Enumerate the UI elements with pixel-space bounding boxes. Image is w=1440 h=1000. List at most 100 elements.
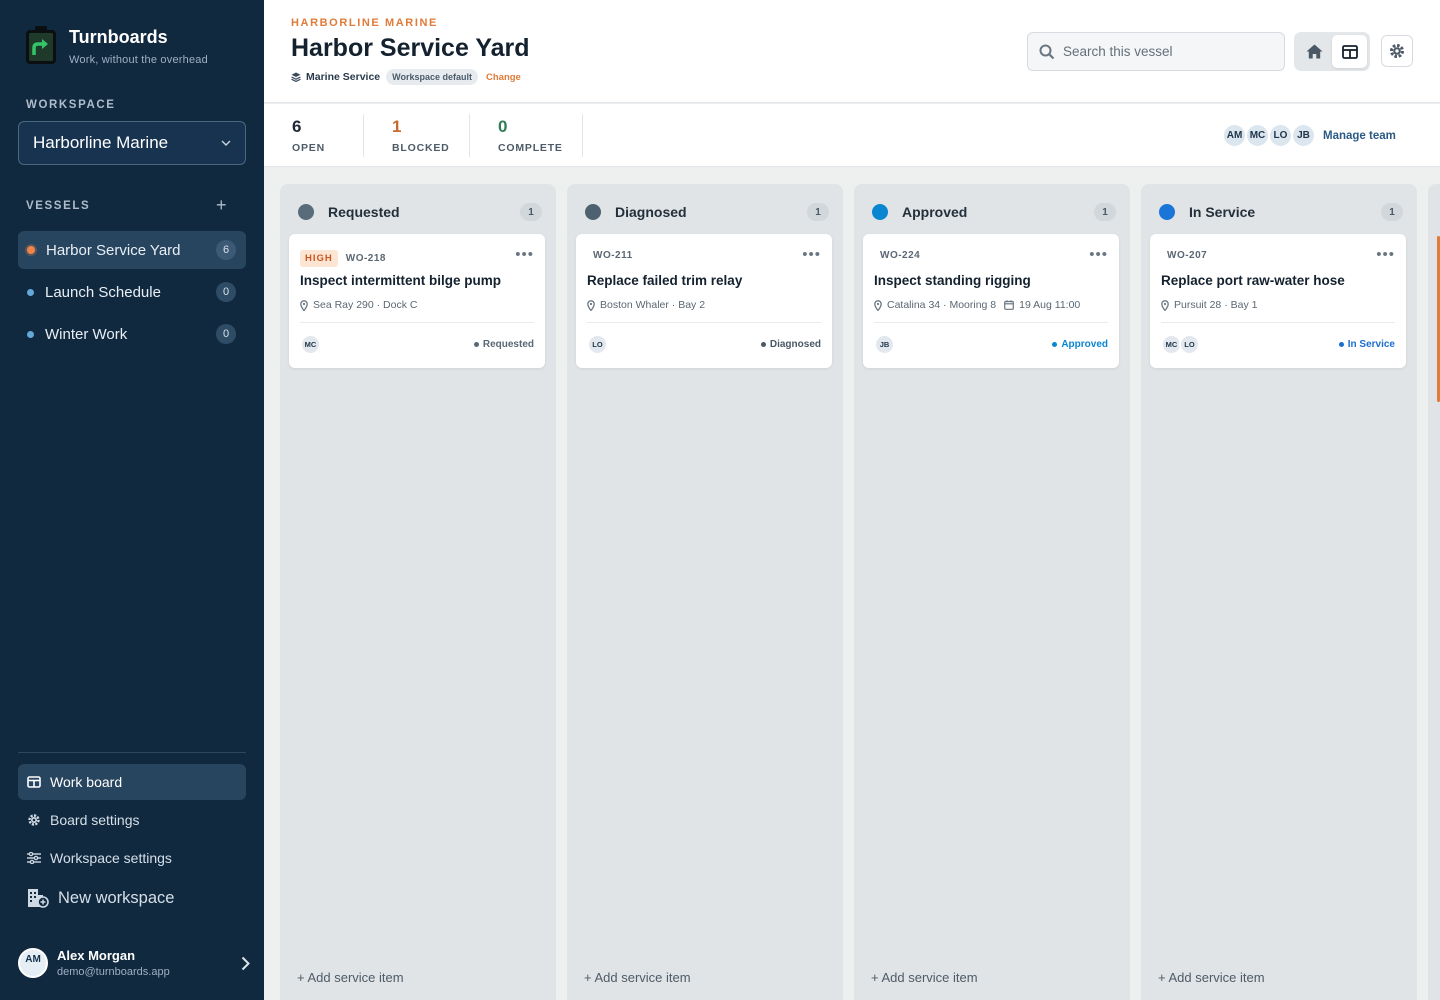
column-status-dot (585, 204, 601, 220)
status-dot (473, 342, 479, 347)
change-type-link[interactable]: Change (486, 72, 521, 83)
more-options-icon[interactable]: ••• (1376, 246, 1395, 263)
more-options-icon[interactable]: ••• (515, 246, 534, 263)
stat-value: 0 (498, 117, 508, 136)
settings-button[interactable] (1381, 35, 1413, 67)
column-status-dot (872, 204, 888, 220)
card-title: Inspect standing rigging (874, 273, 1031, 288)
vessel-name: Harbor Service Yard (46, 241, 181, 259)
column-count: 1 (807, 203, 829, 221)
add-service-item-button[interactable]: + Add service item (297, 970, 404, 985)
nav-new-workspace[interactable]: New workspace (18, 880, 246, 916)
column-status-dot (298, 204, 314, 220)
location-pin-icon (1161, 299, 1169, 311)
vessel-name: Winter Work (45, 325, 128, 343)
nav-board-settings[interactable]: Board settings (18, 802, 246, 838)
board-view-button[interactable] (1332, 35, 1367, 68)
status-dot (1052, 342, 1058, 347)
search-box[interactable] (1027, 32, 1285, 71)
home-view-button[interactable] (1297, 35, 1332, 68)
assignee-avatar: LO (587, 334, 608, 355)
vessels-label: VESSELS (26, 200, 91, 212)
work-order-card[interactable]: WO-207 ••• Replace port raw-water hose P… (1150, 234, 1406, 368)
work-order-id: WO-211 (593, 250, 633, 261)
avatar[interactable]: AM (1222, 123, 1247, 148)
status-dot (760, 342, 766, 347)
card-divider (1161, 322, 1395, 323)
user-name: Alex Morgan (57, 948, 136, 963)
column-requested: Requested 1 HIGH WO-218 ••• Inspect inte… (280, 184, 556, 1000)
workspace-label: WORKSPACE (26, 99, 116, 111)
vessel-item-harbor-service-yard[interactable]: Harbor Service Yard 6 (18, 231, 246, 269)
board-type-row: Marine Service Workspace default Change (291, 69, 521, 85)
stat-label: BLOCKED (392, 142, 450, 154)
avatar[interactable]: JB (1291, 123, 1316, 148)
priority-badge: HIGH (300, 250, 338, 267)
sliders-icon (27, 851, 41, 865)
stat-divider (363, 114, 364, 157)
column-title: Approved (902, 204, 968, 220)
add-service-item-button[interactable]: + Add service item (1158, 970, 1265, 985)
manage-team-link[interactable]: Manage team (1323, 130, 1396, 142)
column-in-service: In Service 1 WO-207 ••• Replace port raw… (1141, 184, 1417, 1000)
card-title: Replace port raw-water hose (1161, 273, 1345, 288)
vessel-count: 6 (216, 240, 236, 260)
gear-icon (27, 813, 41, 827)
work-order-card[interactable]: HIGH WO-218 ••• Inspect intermittent bil… (289, 234, 545, 368)
vessel-dot (27, 330, 34, 338)
add-service-item-button[interactable]: + Add service item (871, 970, 978, 985)
view-toggle (1294, 32, 1370, 71)
vessel-dot (27, 288, 34, 296)
card-divider (874, 322, 1108, 323)
work-order-card[interactable]: WO-211 ••• Replace failed trim relay Bos… (576, 234, 832, 368)
clipboard-logo-icon (24, 26, 58, 64)
add-service-item-button[interactable]: + Add service item (584, 970, 691, 985)
card-location: Boston Whaler · Bay 2 (600, 299, 706, 311)
column-header: Approved 1 (872, 203, 1116, 221)
card-status-label: Approved (1061, 339, 1108, 350)
gear-icon (1390, 44, 1404, 58)
search-icon (1039, 44, 1055, 59)
more-options-icon[interactable]: ••• (1089, 246, 1108, 263)
board-icon (1341, 44, 1358, 59)
vessel-name: Launch Schedule (45, 283, 161, 301)
column-title: Diagnosed (615, 204, 687, 220)
calendar-icon (1004, 300, 1015, 310)
more-options-icon[interactable]: ••• (802, 246, 821, 263)
work-order-id: WO-224 (880, 250, 921, 261)
assignee-avatar: LO (1179, 334, 1200, 355)
nav-workspace-settings[interactable]: Workspace settings (18, 840, 246, 876)
chevron-right-icon (241, 956, 250, 970)
vessel-item-launch-schedule[interactable]: Launch Schedule 0 (18, 273, 246, 311)
home-icon (1306, 44, 1323, 59)
card-location-row: Catalina 34 · Mooring 8 19 Aug 11:00 (874, 299, 1080, 311)
org-name: HARBORLINE MARINE (291, 17, 438, 29)
workspace-select[interactable]: Harborline Marine (18, 121, 246, 165)
column-count: 1 (1094, 203, 1116, 221)
card-location-row: Pursuit 28 · Bay 1 (1161, 299, 1257, 311)
vessel-item-winter-work[interactable]: Winter Work 0 (18, 315, 246, 353)
card-title: Inspect intermittent bilge pump (300, 273, 502, 288)
column-header: Diagnosed 1 (585, 203, 829, 221)
column-title: In Service (1189, 204, 1256, 220)
location-pin-icon (300, 299, 308, 311)
add-vessel-icon[interactable]: + (216, 196, 227, 214)
work-order-id: WO-218 (345, 253, 386, 264)
avatar[interactable]: MC (1245, 123, 1270, 148)
search-input[interactable] (1063, 44, 1263, 59)
work-order-card[interactable]: WO-224 ••• Inspect standing rigging Cata… (863, 234, 1119, 368)
stat-value: 6 (292, 117, 302, 136)
user-menu[interactable]: AM Alex Morgan demo@turnboards.app (18, 948, 250, 978)
user-email: demo@turnboards.app (57, 966, 170, 978)
brand-name: Turnboards (69, 27, 168, 47)
vessel-count: 0 (216, 282, 236, 302)
chevron-down-icon (221, 140, 231, 146)
work-order-id: WO-207 (1167, 250, 1208, 261)
brand[interactable]: Turnboards Work, without the overhead (24, 26, 208, 66)
column-header: In Service 1 (1159, 203, 1403, 221)
stat-open: 6 OPEN (292, 117, 325, 154)
nav-work-board[interactable]: Work board (18, 764, 246, 800)
avatar[interactable]: LO (1268, 123, 1293, 148)
layers-icon (291, 72, 301, 82)
vessel-dot (27, 246, 35, 254)
